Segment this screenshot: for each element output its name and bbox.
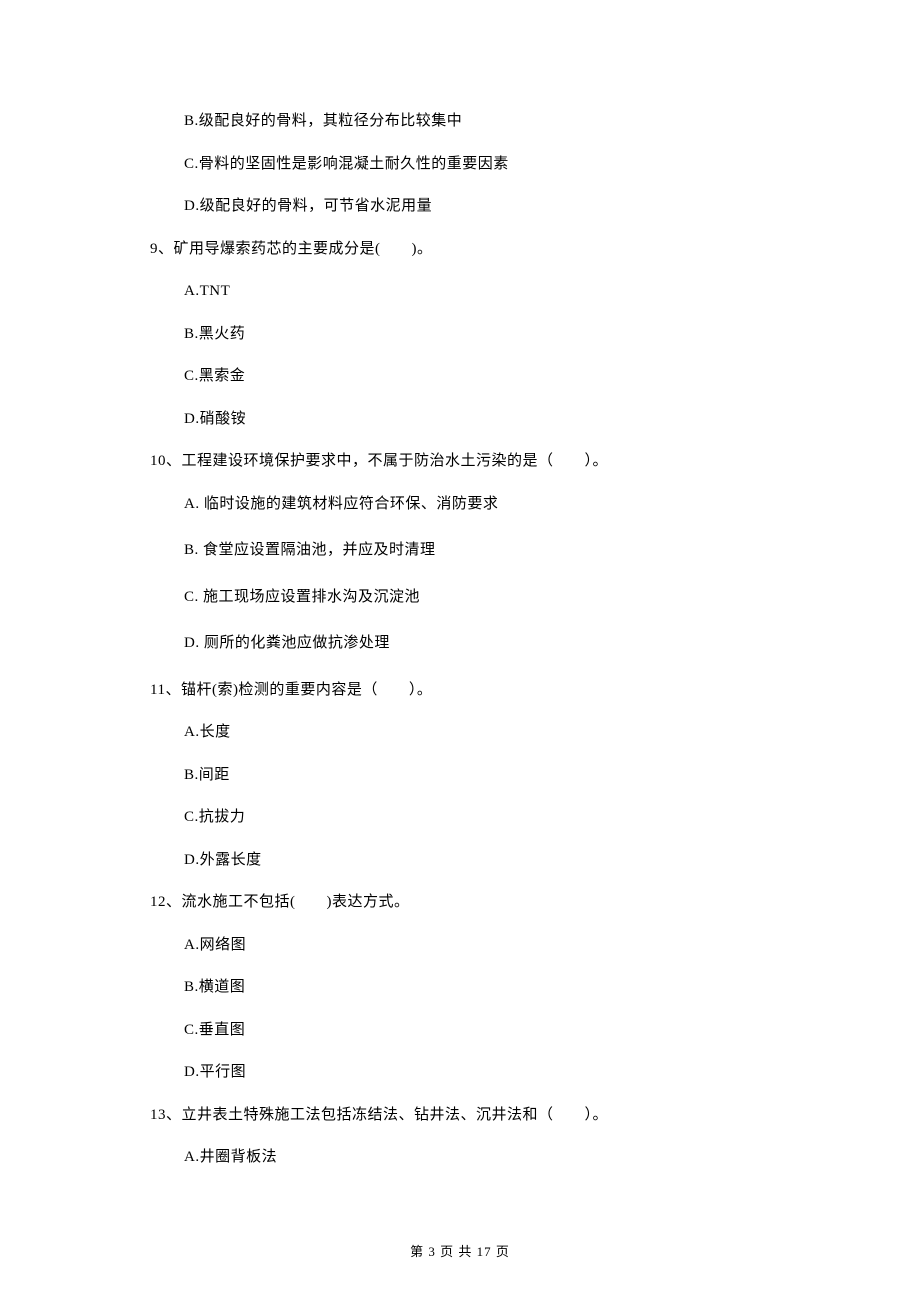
q9-option-d: D.硝酸铵	[184, 408, 770, 431]
q9-option-b: B.黑火药	[184, 323, 770, 346]
q10-option-b: B. 食堂应设置隔油池，并应及时清理	[184, 539, 770, 562]
q13-stem: 13、立井表土特殊施工法包括冻结法、钻井法、沉井法和（ ）。	[150, 1104, 770, 1127]
q9-stem: 9、矿用导爆索药芯的主要成分是( )。	[150, 238, 770, 261]
q8-option-b: B.级配良好的骨料，其粒径分布比较集中	[184, 110, 770, 133]
q10-option-d: D. 厕所的化粪池应做抗渗处理	[184, 632, 770, 655]
q11-stem: 11、锚杆(索)检测的重要内容是（ ）。	[150, 679, 770, 702]
q10-option-a: A. 临时设施的建筑材料应符合环保、消防要求	[184, 493, 770, 516]
q11-option-b: B.间距	[184, 764, 770, 787]
page-footer: 第 3 页 共 17 页	[0, 1241, 920, 1260]
q9-option-a: A.TNT	[184, 280, 770, 303]
q12-option-d: D.平行图	[184, 1061, 770, 1084]
q10-stem: 10、工程建设环境保护要求中，不属于防治水土污染的是（ ）。	[150, 450, 770, 473]
q8-option-d: D.级配良好的骨料，可节省水泥用量	[184, 195, 770, 218]
q12-option-a: A.网络图	[184, 934, 770, 957]
q11-option-d: D.外露长度	[184, 849, 770, 872]
q10-option-c: C. 施工现场应设置排水沟及沉淀池	[184, 586, 770, 609]
q12-option-c: C.垂直图	[184, 1019, 770, 1042]
q12-stem: 12、流水施工不包括( )表达方式。	[150, 891, 770, 914]
q11-option-c: C.抗拔力	[184, 806, 770, 829]
q9-option-c: C.黑索金	[184, 365, 770, 388]
q13-option-a: A.井圈背板法	[184, 1146, 770, 1169]
q11-option-a: A.长度	[184, 721, 770, 744]
page-body: B.级配良好的骨料，其粒径分布比较集中 C.骨料的坚固性是影响混凝土耐久性的重要…	[0, 0, 920, 1229]
q12-option-b: B.横道图	[184, 976, 770, 999]
q8-option-c: C.骨料的坚固性是影响混凝土耐久性的重要因素	[184, 153, 770, 176]
